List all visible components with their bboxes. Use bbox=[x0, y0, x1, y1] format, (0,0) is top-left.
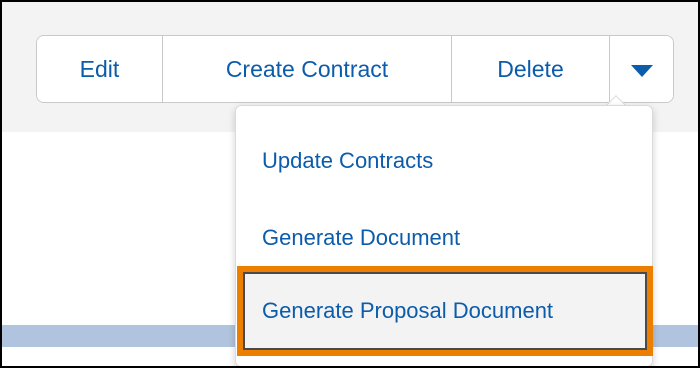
menu-item-generate-proposal-document[interactable]: Generate Proposal Document bbox=[237, 266, 653, 356]
chevron-down-icon bbox=[630, 65, 653, 77]
create-contract-button[interactable]: Create Contract bbox=[163, 36, 452, 102]
record-actions-button-group: Edit Create Contract Delete bbox=[36, 35, 674, 103]
more-actions-button[interactable] bbox=[610, 36, 673, 102]
delete-button[interactable]: Delete bbox=[452, 36, 610, 102]
more-actions-dropdown-menu: Update Contracts Generate Document Gener… bbox=[235, 105, 653, 366]
menu-item-generate-document[interactable]: Generate Document bbox=[236, 210, 652, 266]
edit-button[interactable]: Edit bbox=[37, 36, 163, 102]
menu-item-update-contracts[interactable]: Update Contracts bbox=[236, 133, 652, 189]
screenshot-frame: Edit Create Contract Delete Update Contr… bbox=[0, 0, 700, 368]
